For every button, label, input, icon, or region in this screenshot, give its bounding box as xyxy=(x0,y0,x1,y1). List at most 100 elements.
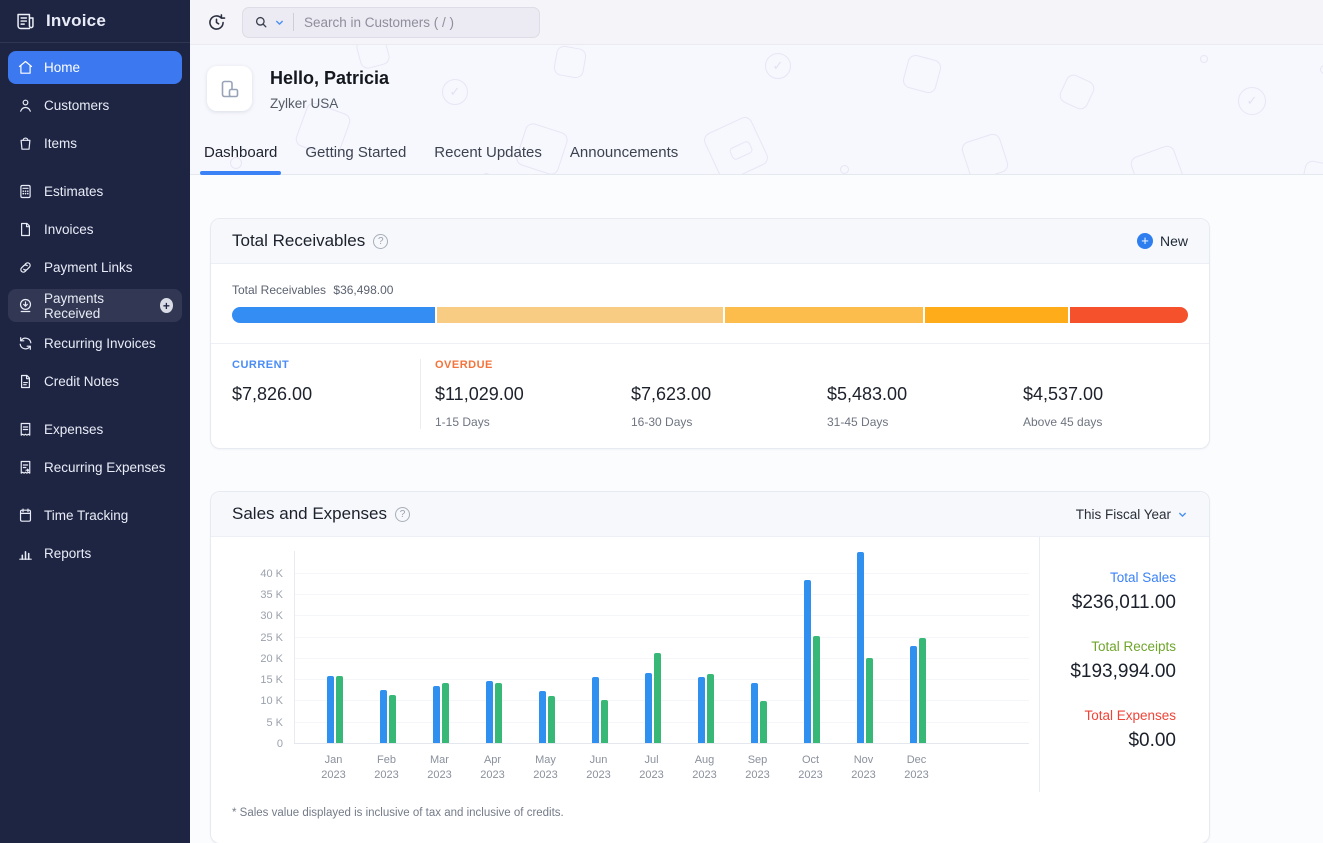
overdue-days-label: 31-45 Days xyxy=(827,415,1009,429)
x-tick-label: Dec2023 xyxy=(890,753,943,784)
tab-announcements[interactable]: Announcements xyxy=(569,134,679,174)
sidebar-group: Estimates Invoices Payment Links Payments R… xyxy=(8,175,182,398)
receivables-summary-value: $36,498.00 xyxy=(333,283,393,297)
receipts-bar xyxy=(442,683,449,743)
app-logo: Invoice xyxy=(0,0,190,43)
sidebar-group: Time Tracking Reports xyxy=(8,499,182,570)
header-band: Hello, Patricia Zylker USA DashboardGett… xyxy=(190,45,1323,175)
y-tick-label: 15 K xyxy=(260,674,283,686)
sales-card-header: Sales and Expenses ? This Fiscal Year xyxy=(211,492,1209,537)
bar-group-jul xyxy=(626,551,679,743)
total-block-total-receipts: Total Receipts$193,994.00 xyxy=(1040,639,1176,683)
tab-dashboard[interactable]: Dashboard xyxy=(203,134,278,174)
sales-expenses-card: Sales and Expenses ? This Fiscal Year xyxy=(210,491,1210,843)
chevron-down-icon xyxy=(1177,509,1188,520)
bar-group-may xyxy=(520,551,573,743)
x-tick-label: Nov2023 xyxy=(837,753,890,784)
sidebar-item-label: Time Tracking xyxy=(44,508,128,523)
y-tick-label: 10 K xyxy=(260,695,283,707)
bar-group-jun xyxy=(573,551,626,743)
total-block-total-sales: Total Sales$236,011.00 xyxy=(1040,570,1176,614)
bar-group-dec xyxy=(891,551,944,743)
help-icon[interactable]: ? xyxy=(395,507,410,522)
receivables-stats-row: CURRENT $7,826.00 OVERDUE$11,029.001-15 … xyxy=(211,343,1209,448)
y-tick-label: 20 K xyxy=(260,653,283,665)
org-avatar xyxy=(207,66,252,111)
help-icon[interactable]: ? xyxy=(373,234,388,249)
sidebar-item-invoices[interactable]: Invoices xyxy=(8,213,182,246)
receipts-bar xyxy=(548,696,555,743)
total-label: Total Expenses xyxy=(1040,708,1176,723)
sales-bar xyxy=(751,683,758,743)
sidebar-item-time-tracking[interactable]: Time Tracking xyxy=(8,499,182,532)
y-tick-label: 40 K xyxy=(260,568,283,580)
receipts-bar xyxy=(760,701,767,743)
history-icon[interactable] xyxy=(206,12,227,33)
receipts-bar xyxy=(654,653,661,743)
search-scope-chevron-icon[interactable] xyxy=(274,17,285,28)
search-input[interactable] xyxy=(304,15,529,30)
sidebar-item-label: Home xyxy=(44,60,80,75)
sidebar-item-label: Recurring Invoices xyxy=(44,336,156,351)
sidebar-item-label: Estimates xyxy=(44,184,103,199)
current-amount: $7,826.00 xyxy=(232,384,420,405)
sales-bar xyxy=(539,691,546,743)
new-button[interactable]: + New xyxy=(1137,233,1188,249)
sales-bar xyxy=(645,673,652,743)
period-selector[interactable]: This Fiscal Year xyxy=(1076,507,1188,522)
receivables-segment-current xyxy=(232,307,435,323)
overdue-label: OVERDUE xyxy=(435,359,617,373)
sidebar-item-label: Invoices xyxy=(44,222,94,237)
receivables-card-header: Total Receivables ? + New xyxy=(211,219,1209,264)
plus-circle-icon: + xyxy=(1137,233,1153,249)
tab-getting-started[interactable]: Getting Started xyxy=(304,134,407,174)
total-receivables-card: Total Receivables ? + New Total Receivab… xyxy=(210,218,1210,449)
overdue-bucket-16-30-days: $7,623.0016-30 Days xyxy=(617,359,813,429)
sidebar-item-customers[interactable]: Customers xyxy=(8,89,182,122)
total-value: $0.00 xyxy=(1040,730,1176,752)
sales-title: Sales and Expenses xyxy=(232,504,387,524)
sidebar-item-reports[interactable]: Reports xyxy=(8,537,182,570)
bar-group-jan xyxy=(308,551,361,743)
sidebar-item-home[interactable]: Home xyxy=(8,51,182,84)
sidebar-item-credit-notes[interactable]: Credit Notes xyxy=(8,365,182,398)
sales-bar xyxy=(486,681,493,743)
receivables-progress-section: Total Receivables $36,498.00 xyxy=(211,264,1209,343)
sidebar-item-payment-links[interactable]: Payment Links xyxy=(8,251,182,284)
bar-group-oct xyxy=(785,551,838,743)
sales-card-body: 05 K10 K15 K20 K25 K30 K35 K40 K Jan2023… xyxy=(211,537,1209,792)
period-label: This Fiscal Year xyxy=(1076,507,1171,522)
sales-bar xyxy=(804,580,811,743)
sidebar-item-recurring-invoices[interactable]: Recurring Invoices xyxy=(8,327,182,360)
sidebar-item-items[interactable]: Items xyxy=(8,127,182,160)
clipboard-icon xyxy=(17,507,34,524)
tab-recent-updates[interactable]: Recent Updates xyxy=(433,134,543,174)
receivables-segment-overdue-1-15 xyxy=(437,307,723,323)
user-icon xyxy=(17,97,34,114)
x-tick-label: Mar2023 xyxy=(413,753,466,784)
search-box[interactable] xyxy=(242,7,540,38)
current-stat: CURRENT $7,826.00 xyxy=(211,359,421,429)
calculator-icon xyxy=(17,183,34,200)
sidebar-item-expenses[interactable]: Expenses xyxy=(8,413,182,446)
sidebar-item-label: Credit Notes xyxy=(44,374,119,389)
refresh-icon xyxy=(17,335,34,352)
sidebar-item-recurring-expenses[interactable]: Recurring Expenses xyxy=(8,451,182,484)
plus-circle-icon[interactable]: + xyxy=(160,298,173,313)
sales-chart: 05 K10 K15 K20 K25 K30 K35 K40 K Jan2023… xyxy=(211,537,1039,792)
sidebar-item-estimates[interactable]: Estimates xyxy=(8,175,182,208)
receipts-bar xyxy=(389,695,396,743)
sidebar-item-payments-received[interactable]: Payments Received+ xyxy=(8,289,182,322)
chart-bars-icon xyxy=(17,545,34,562)
x-tick-label: Jun2023 xyxy=(572,753,625,784)
x-tick-label: Jan2023 xyxy=(307,753,360,784)
sidebar-item-label: Recurring Expenses xyxy=(44,460,166,475)
sales-bar xyxy=(327,676,334,743)
document-icon xyxy=(17,221,34,238)
total-value: $236,011.00 xyxy=(1040,592,1176,614)
bar-group-aug xyxy=(679,551,732,743)
chart-y-axis: 05 K10 K15 K20 K25 K30 K35 K40 K xyxy=(232,551,294,744)
receipts-bar xyxy=(601,700,608,743)
sales-bar xyxy=(698,677,705,743)
receipts-bar xyxy=(495,683,502,743)
